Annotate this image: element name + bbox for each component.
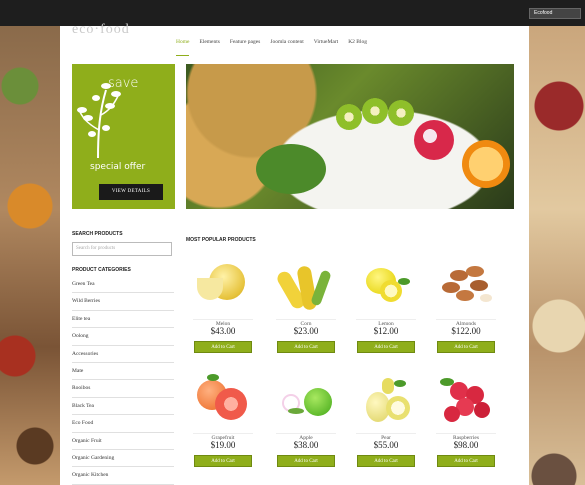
promo-special-offer-text: special offer xyxy=(90,162,146,172)
add-to-cart-button[interactable]: Add to Cart xyxy=(357,455,415,467)
background-spices-left xyxy=(0,26,60,485)
nav-item-virtuemart[interactable]: VirtueMart xyxy=(314,39,338,56)
promo-save-text: save xyxy=(108,76,139,91)
corn-icon[interactable] xyxy=(274,260,336,318)
category-item[interactable]: Organic Fruit xyxy=(72,433,174,450)
product-card[interactable]: Almonds $122.00 Add to Cart xyxy=(436,260,496,353)
radish-flower xyxy=(414,120,454,160)
sidebar: SEARCH PRODUCTS Search for products PROD… xyxy=(72,231,174,485)
grapefruit-icon[interactable] xyxy=(193,374,253,432)
nav-item-feature-pages[interactable]: Feature pages xyxy=(230,39,260,56)
category-item[interactable]: Oolong xyxy=(72,328,174,346)
product-categories-title: PRODUCT CATEGORIES xyxy=(72,267,131,273)
add-to-cart-button[interactable]: Add to Cart xyxy=(437,455,495,467)
product-card[interactable]: Grapefruit $19.00 Add to Cart xyxy=(193,374,253,467)
pear-icon[interactable] xyxy=(356,374,416,432)
product-price: $19.00 xyxy=(210,440,236,450)
page-content: eco·food Home Elements Feature pages Joo… xyxy=(60,22,529,485)
add-to-cart-button[interactable]: Add to Cart xyxy=(194,341,252,353)
apple-icon[interactable] xyxy=(276,374,336,432)
category-item[interactable]: Elite tea xyxy=(72,311,174,329)
promo-banner[interactable]: save special offer VIEW DETAILS xyxy=(72,64,175,209)
almonds-icon[interactable] xyxy=(436,260,496,318)
lettuce-leaf xyxy=(256,144,326,194)
category-item[interactable]: Mate xyxy=(72,363,174,381)
main-nav: Home Elements Feature pages Joomla conte… xyxy=(176,39,367,56)
category-item[interactable]: Organic Gardening xyxy=(72,450,174,468)
view-details-button[interactable]: VIEW DETAILS xyxy=(99,184,163,200)
kiwi-slice xyxy=(362,98,388,124)
product-card[interactable]: Apple $38.00 Add to Cart xyxy=(276,374,336,467)
product-price: $23.00 xyxy=(293,326,319,336)
melon-icon[interactable] xyxy=(193,260,253,318)
product-price: $98.00 xyxy=(453,440,479,450)
lemon-icon[interactable] xyxy=(356,260,416,318)
product-card[interactable]: Corn $23.00 Add to Cart xyxy=(274,260,336,353)
product-price: $12.00 xyxy=(373,326,399,336)
category-item[interactable]: Rooibos xyxy=(72,380,174,398)
product-card[interactable]: Melon $43.00 Add to Cart xyxy=(193,260,253,353)
add-to-cart-button[interactable]: Add to Cart xyxy=(194,455,252,467)
category-item[interactable]: Organic Kitchen xyxy=(72,467,174,485)
product-price: $122.00 xyxy=(451,326,481,336)
add-to-cart-button[interactable]: Add to Cart xyxy=(437,341,495,353)
nav-item-k2-blog[interactable]: K2 Blog xyxy=(348,39,367,56)
category-item[interactable]: Eco Food xyxy=(72,415,174,433)
search-input[interactable]: Search for products xyxy=(72,242,172,256)
hero-food-image xyxy=(186,64,514,209)
product-card[interactable]: Pear $55.00 Add to Cart xyxy=(356,374,416,467)
product-card[interactable]: Raspberries $98.00 Add to Cart xyxy=(436,374,496,467)
orange-slice xyxy=(462,140,510,188)
nav-item-joomla-content[interactable]: Joomla content xyxy=(270,39,303,56)
add-to-cart-button[interactable]: Add to Cart xyxy=(277,455,335,467)
add-to-cart-button[interactable]: Add to Cart xyxy=(357,341,415,353)
category-item[interactable]: Wild Berries xyxy=(72,293,174,311)
category-item[interactable]: Accessories xyxy=(72,346,174,363)
kiwi-slice xyxy=(388,100,414,126)
product-price: $43.00 xyxy=(210,326,236,336)
add-to-cart-button[interactable]: Add to Cart xyxy=(277,341,335,353)
search-products-title: SEARCH PRODUCTS xyxy=(72,231,123,237)
product-card[interactable]: Lemon $12.00 Add to Cart xyxy=(356,260,416,353)
category-item[interactable]: Black Tea xyxy=(72,398,174,416)
most-popular-title: MOST POPULAR PRODUCTS xyxy=(186,237,256,243)
background-spices-right xyxy=(529,26,585,485)
nav-item-home[interactable]: Home xyxy=(176,39,190,56)
category-list: Green Tea Wild Berries Elite tea Oolong … xyxy=(72,276,174,485)
kiwi-slice xyxy=(336,104,362,130)
site-selector[interactable]: Ecofood xyxy=(529,8,581,19)
nav-item-elements[interactable]: Elements xyxy=(199,39,219,56)
product-price: $38.00 xyxy=(293,440,319,450)
product-price: $55.00 xyxy=(373,440,399,450)
raspberries-icon[interactable] xyxy=(436,374,496,432)
site-logo[interactable]: eco·food xyxy=(72,22,130,38)
category-item[interactable]: Green Tea xyxy=(72,276,174,294)
